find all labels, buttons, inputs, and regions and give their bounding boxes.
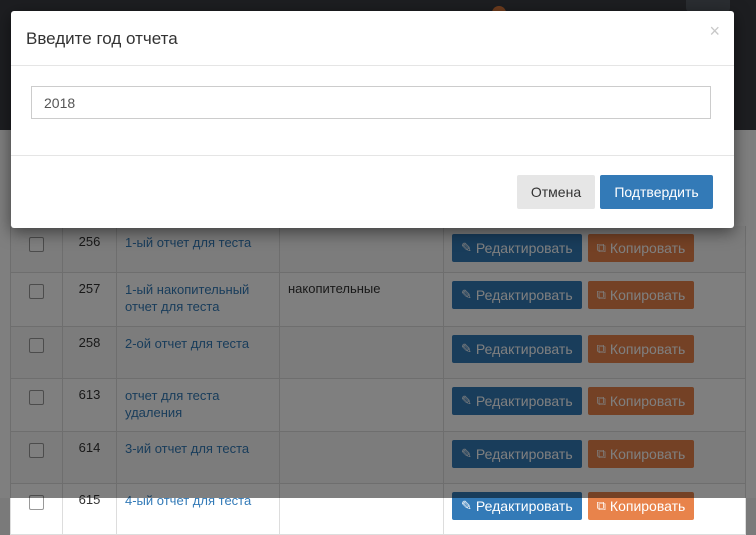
- cancel-button[interactable]: Отмена: [517, 175, 595, 209]
- copy-icon: ⧉: [596, 498, 606, 513]
- modal-header: Введите год отчета ×: [11, 11, 734, 66]
- modal-footer: Отмена Подтвердить: [11, 156, 734, 228]
- modal-body: [11, 66, 734, 156]
- edit-icon: ✎: [461, 498, 472, 513]
- year-dialog: Введите год отчета × Отмена Подтвердить: [11, 11, 734, 228]
- year-input[interactable]: [31, 86, 711, 119]
- confirm-button[interactable]: Подтвердить: [600, 175, 713, 209]
- modal-title: Введите год отчета: [26, 29, 178, 48]
- close-icon[interactable]: ×: [709, 21, 720, 42]
